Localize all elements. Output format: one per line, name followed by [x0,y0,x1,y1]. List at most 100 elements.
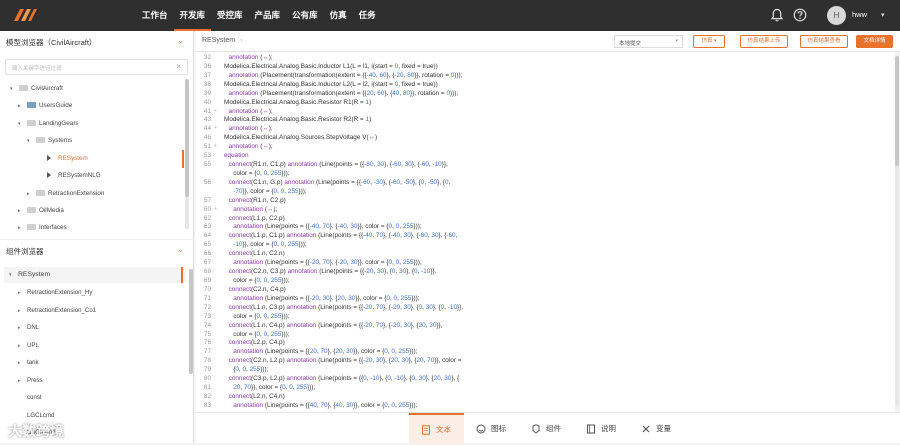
code-text[interactable]: color = {0, 0, 255})); [233,169,289,178]
code-text[interactable]: Modelica.Electrical.Analog.Basic.Inducto… [224,80,438,89]
expand-arrow-icon[interactable]: ▸ [18,360,27,366]
code-text[interactable]: color = {0, 0, 255})); [233,276,289,285]
code-text[interactable]: connect(C2.n, C4.p) [229,285,286,294]
tab-description[interactable]: 说明 [586,413,616,444]
code-text[interactable]: -70}}, color = {0, 0, 255})); [233,187,306,196]
code-line[interactable]: 67 annotation (Line(points = {{-20, 70}, … [195,258,895,267]
tree-item-systems[interactable]: ▾ Systems [27,136,72,146]
code-text[interactable]: annotation (Placement(transformation(ext… [229,89,459,98]
component-item[interactable]: ▸ Press [18,377,43,384]
tree-item-resystem[interactable]: RESystem [36,154,88,164]
doc-details-button[interactable]: 文档详情 [856,35,893,48]
code-text[interactable]: -10}}, color = {0, 0, 255})); [233,240,306,249]
component-item-resystem[interactable]: ▾ RESystem [9,271,50,278]
code-text[interactable]: annotation (Line(points = {{20, 70}, {20… [233,347,417,356]
tree-item-usersguide[interactable]: ▸ UsersGuide [18,101,72,111]
scrollbar-thumb[interactable] [185,79,189,197]
component-scrollbar[interactable] [189,269,193,374]
code-line[interactable]: 53 equation [195,151,895,160]
code-line[interactable]: 38 Modelica.Electrical.Analog.Basic.Induc… [195,80,895,89]
chevron-down-icon[interactable]: ⌄ [177,36,184,45]
expand-arrow-icon[interactable]: ▸ [18,101,27,111]
code-text[interactable]: connect(L1.p, C1.p) annotation (Line(poi… [229,231,458,240]
code-line[interactable]: -70}}, color = {0, 0, 255})); [195,187,895,196]
app-logo-icon[interactable] [12,7,38,23]
code-line[interactable]: 78 connect(C2.n, L2.p) annotation (Line(p… [195,356,895,365]
code-text[interactable]: connect(C3.p, L2.p) annotation (Line(poi… [229,374,460,383]
expand-arrow-icon[interactable]: ▸ [18,206,27,216]
code-text[interactable]: connect(L2.p, C4.p) [229,338,285,347]
code-text[interactable]: equation [224,151,249,160]
nav-item-product-library[interactable]: 产品库 [249,0,287,31]
fold-toggle-icon[interactable]: + [214,142,222,151]
code-line[interactable]: 82 connect(L2.n, C4.n) [195,392,895,401]
code-line[interactable]: 36 Modelica.Electrical.Analog.Basic.Induc… [195,62,895,71]
code-text[interactable]: Modelica.Electrical.Analog.Basic.Resisto… [224,115,371,124]
code-line[interactable]: 57 connect(R1.n, C2.p) [195,196,895,205]
fold-toggle-icon[interactable]: + [214,107,222,116]
code-line[interactable]: 64 connect(L1.p, C1.p) annotation (Line(p… [195,231,895,240]
component-item[interactable]: ▸ RetractionExtension_Co1 [18,307,96,314]
fold-toggle-icon[interactable]: + [214,205,222,214]
code-line[interactable]: 70 connect(C2.n, C4.p) [195,285,895,294]
code-line[interactable]: 79 {0, 0, 255})); [195,365,895,374]
nav-item-tasks[interactable]: 任务 [353,0,382,31]
code-text[interactable]: annotation (Placement(transformation(ext… [229,71,463,80]
code-line[interactable]: 75 color = {0, 0, 255})); [195,330,895,339]
expand-arrow-icon[interactable]: ▸ [18,325,27,331]
expand-arrow-icon[interactable]: ▸ [18,290,27,296]
nav-item-controlled-library[interactable]: 受控库 [211,0,249,31]
code-text[interactable]: annotation (Line(points = {{40, 70}, {40… [233,401,417,410]
code-text[interactable]: annotation (↔); [229,53,273,62]
code-line[interactable]: 51 + annotation (↔); [195,142,895,151]
code-text[interactable]: connect(C1.n, G.p) annotation (Line(poin… [229,178,451,187]
upload-results-button[interactable]: 仿真结果上传 [740,35,788,48]
code-line[interactable]: 46 Modelica.Electrical.Analog.Sources.Ste… [195,133,895,142]
model-search-input[interactable]: 输入关键字进行过滤 × [5,59,188,75]
code-line[interactable]: 63 annotation (Line(points = {{-40, 70}, … [195,222,895,231]
tree-item-retractionextension[interactable]: ▸ RetractionExtension [27,189,104,199]
code-text[interactable]: Modelica.Electrical.Analog.Basic.Resisto… [224,98,371,107]
code-line[interactable]: 81 20, 70}}, color = {0, 0, 255})); [195,383,895,392]
code-line[interactable]: 74 connect(L1.n, C4.p) annotation (Line(p… [195,321,895,330]
breadcrumb-item[interactable]: RESystem [202,37,235,44]
code-line[interactable]: 44 + annotation (↔); [195,124,895,133]
code-line[interactable]: 77 annotation (Line(points = {{20, 70}, {… [195,347,895,356]
code-line[interactable]: 66 connect(L1.n, C2.n) [195,249,895,258]
scrollbar-thumb[interactable] [895,56,899,166]
code-line[interactable]: 60 + annotation (↔); [195,205,895,214]
tree-item-civilaircraft[interactable]: ▾ CivilAircraft [10,84,63,94]
code-line[interactable]: 56 connect(C1.n, G.p) annotation (Line(po… [195,178,895,187]
code-text[interactable]: connect(C2.n, L2.p) annotation (Line(poi… [229,356,462,365]
scrollbar-thumb[interactable] [189,269,193,374]
code-text[interactable]: annotation (↔); [229,107,273,116]
clear-icon[interactable]: × [176,62,181,71]
code-text[interactable]: connect(R1.n, C2.p) [229,196,286,205]
code-text[interactable]: Modelica.Electrical.Analog.Basic.Inducto… [224,62,438,71]
expand-arrow-icon[interactable]: ▾ [10,84,19,94]
component-item[interactable]: LGCLcmd [18,412,54,419]
code-text[interactable]: annotation (Line(points = {{-40, 70}, {-… [233,222,421,231]
code-line[interactable]: 32 annotation (↔); [195,53,895,62]
component-item[interactable]: ▸ tank [18,359,39,366]
code-line[interactable]: 72 connect(L1.n, C3.p) annotation (Line(p… [195,303,895,312]
user-name[interactable]: hww [852,10,867,19]
view-results-button[interactable]: 仿真结果查看 [800,35,848,48]
expand-arrow-icon[interactable]: ▸ [18,343,27,349]
code-text[interactable]: connect(L1.p, C2.p) [229,214,285,223]
code-line[interactable]: 80 connect(C3.p, L2.p) annotation (Line(p… [195,374,895,383]
help-icon[interactable] [793,8,807,22]
expand-arrow-icon[interactable]: ▸ [18,308,27,314]
code-line[interactable]: 69 color = {0, 0, 255})); [195,276,895,285]
code-line[interactable]: 39 annotation (Placement(transformation(e… [195,89,895,98]
code-editor[interactable]: 32 annotation (↔); 36 Modelica.Electrical.A… [195,52,895,412]
tab-icon-view[interactable]: 图标 [476,413,506,444]
code-text[interactable]: {0, 0, 255})); [233,365,268,374]
code-line[interactable]: 68 connect(C2.n, C3.p) annotation (Line(p… [195,267,895,276]
code-text[interactable]: color = {0, 0, 255})); [233,312,289,321]
nav-item-dev-library[interactable]: 开发库 [173,0,212,31]
expand-arrow-icon[interactable]: ▾ [27,136,36,146]
code-line[interactable]: 43 Modelica.Electrical.Analog.Basic.Resis… [195,115,895,124]
expand-arrow-icon[interactable]: ▸ [18,223,27,233]
simulate-button[interactable]: 仿真 ▾ [693,35,725,48]
